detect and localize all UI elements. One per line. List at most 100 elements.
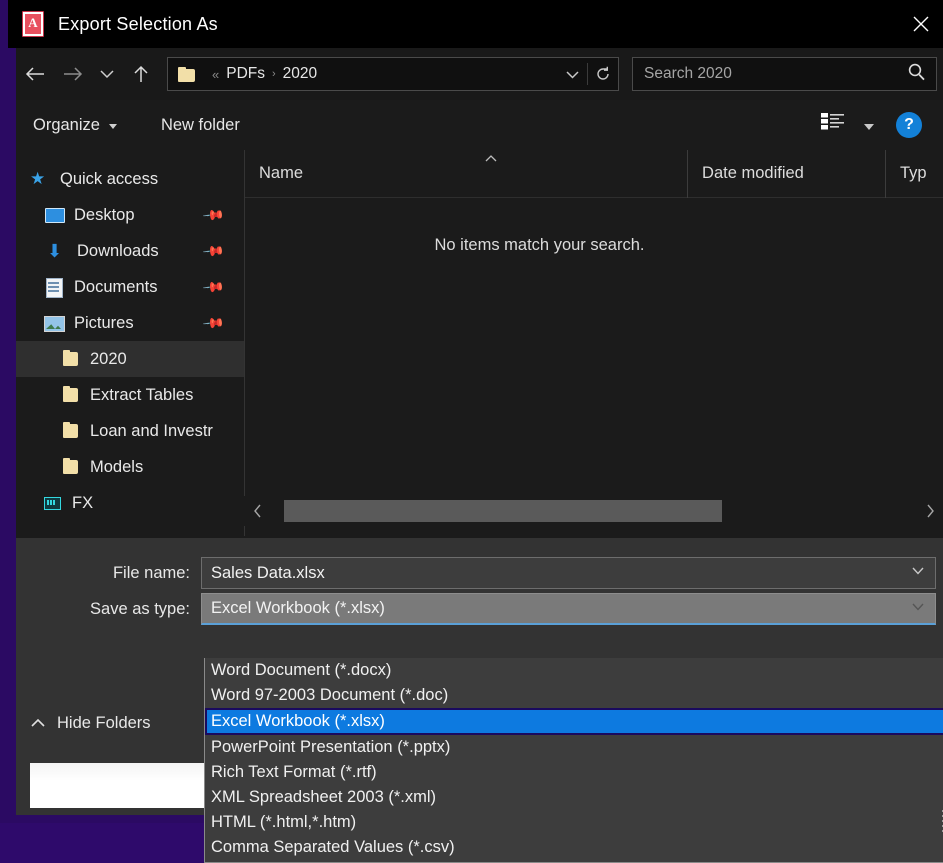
scroll-right-arrow[interactable]	[916, 496, 943, 526]
help-label: ?	[904, 116, 914, 134]
file-name-row: File name:	[16, 557, 943, 589]
command-bar: Organize New folder	[16, 100, 943, 150]
folder-icon	[60, 458, 80, 476]
sidebar-item-label: Models	[90, 458, 143, 477]
file-name-input[interactable]	[211, 564, 871, 583]
search-input[interactable]	[644, 65, 894, 83]
file-name-combobox[interactable]	[201, 557, 936, 589]
fx-icon	[42, 494, 62, 512]
title-bar: Export Selection As	[8, 0, 943, 48]
dropdown-option-doc[interactable]: Word 97-2003 Document (*.doc)	[205, 683, 943, 708]
sidebar-item-label: Quick access	[60, 170, 158, 189]
pdf-document-icon	[22, 11, 44, 37]
breadcrumb-overflow[interactable]: «	[212, 67, 219, 82]
column-header-date-modified[interactable]: Date modified	[688, 150, 886, 198]
column-label: Date modified	[702, 164, 804, 183]
sidebar-item-label: FX	[72, 494, 93, 513]
dropdown-option-pptx[interactable]: PowerPoint Presentation (*.pptx)	[205, 735, 943, 760]
dialog-body: « PDFs › 2020	[16, 48, 943, 815]
sidebar-item-fx[interactable]: FX	[16, 485, 244, 521]
breadcrumb-separator: ›	[272, 68, 276, 80]
forward-button[interactable]	[54, 48, 92, 100]
scrollbar-track[interactable]	[272, 499, 916, 523]
address-bar-controls	[557, 58, 618, 90]
dropdown-option-rtf[interactable]: Rich Text Format (*.rtf)	[205, 760, 943, 785]
organize-label: Organize	[33, 116, 100, 135]
sidebar-item-label: Desktop	[74, 206, 135, 225]
folder-icon	[60, 350, 80, 368]
close-button[interactable]	[891, 0, 943, 48]
sidebar-item-label: Pictures	[74, 314, 134, 333]
sidebar-item-documents[interactable]: Documents 📌	[16, 269, 244, 305]
desktop-icon	[44, 206, 64, 224]
column-header-name[interactable]: Name	[245, 150, 688, 198]
pictures-icon	[44, 314, 64, 332]
address-bar[interactable]: « PDFs › 2020	[167, 57, 619, 91]
sidebar-item-2020[interactable]: 2020	[16, 341, 244, 377]
save-as-type-combobox[interactable]	[201, 593, 936, 625]
browser-panes: ★ Quick access Desktop 📌 ⬇ Downloads 📌 D…	[16, 150, 943, 536]
dialog-button-area[interactable]	[30, 763, 207, 808]
sidebar-item-models[interactable]: Models	[16, 449, 244, 485]
scroll-left-arrow[interactable]	[244, 496, 272, 526]
help-button[interactable]: ?	[896, 112, 922, 138]
pin-icon[interactable]: 📌	[201, 203, 225, 227]
up-button[interactable]	[122, 48, 160, 100]
save-as-type-value[interactable]	[211, 599, 871, 618]
column-label: Typ	[900, 164, 927, 183]
recent-locations-button[interactable]	[92, 48, 122, 100]
sidebar-item-label: 2020	[90, 350, 127, 369]
search-icon[interactable]	[907, 62, 927, 87]
chevron-down-icon[interactable]	[911, 564, 925, 579]
dropdown-option-xlsx[interactable]: Excel Workbook (*.xlsx)	[205, 708, 943, 735]
back-button[interactable]	[16, 48, 54, 100]
file-list-horizontal-scrollbar[interactable]	[244, 496, 943, 526]
hide-folders-label: Hide Folders	[57, 714, 151, 733]
navigation-bar: « PDFs › 2020	[16, 48, 943, 100]
file-list-pane[interactable]: Name Date modified Typ No items match yo…	[244, 150, 943, 536]
pin-icon[interactable]: 📌	[201, 275, 225, 299]
sidebar-item-desktop[interactable]: Desktop 📌	[16, 197, 244, 233]
chevron-down-icon[interactable]	[557, 58, 587, 90]
sidebar-item-downloads[interactable]: ⬇ Downloads 📌	[16, 233, 244, 269]
organize-button[interactable]: Organize	[33, 100, 117, 150]
download-icon: ⬇	[47, 242, 67, 260]
new-folder-label: New folder	[161, 116, 240, 135]
window-title: Export Selection As	[58, 14, 218, 35]
breadcrumb-item-2020[interactable]: 2020	[283, 65, 317, 83]
sidebar-item-quick-access[interactable]: ★ Quick access	[16, 161, 244, 197]
empty-state-message: No items match your search.	[245, 236, 943, 255]
folder-icon	[178, 67, 195, 82]
column-header-type[interactable]: Typ	[886, 150, 943, 198]
search-box[interactable]	[632, 57, 937, 91]
navigation-pane[interactable]: ★ Quick access Desktop 📌 ⬇ Downloads 📌 D…	[16, 150, 244, 536]
refresh-icon[interactable]	[588, 58, 618, 90]
save-as-type-dropdown-list[interactable]: Word Document (*.docx) Word 97-2003 Docu…	[204, 658, 943, 863]
pin-icon[interactable]: 📌	[201, 239, 225, 263]
file-name-label: File name:	[16, 564, 201, 583]
new-folder-button[interactable]: New folder	[161, 100, 240, 150]
sidebar-item-label: Documents	[74, 278, 157, 297]
sidebar-item-label: Extract Tables	[90, 386, 193, 405]
hide-folders-button[interactable]: Hide Folders	[30, 714, 151, 733]
scrollbar-thumb[interactable]	[284, 500, 722, 522]
sidebar-item-label: Downloads	[77, 242, 159, 261]
sidebar-item-loan-and-investment[interactable]: Loan and Investr	[16, 413, 244, 449]
save-as-type-label: Save as type:	[16, 600, 201, 619]
breadcrumb-item-pdfs[interactable]: PDFs	[226, 65, 265, 83]
sort-ascending-icon	[483, 152, 499, 166]
pin-icon[interactable]: 📌	[201, 311, 225, 335]
chevron-up-icon	[30, 716, 46, 731]
sidebar-item-pictures[interactable]: Pictures 📌	[16, 305, 244, 341]
sidebar-item-extract-tables[interactable]: Extract Tables	[16, 377, 244, 413]
chevron-down-icon[interactable]	[911, 600, 925, 615]
list-view-icon[interactable]	[820, 111, 846, 140]
dropdown-option-docx[interactable]: Word Document (*.docx)	[205, 658, 943, 683]
view-options-caret[interactable]	[864, 124, 874, 130]
dropdown-option-xml[interactable]: XML Spreadsheet 2003 (*.xml)	[205, 785, 943, 810]
chevron-down-icon	[109, 124, 117, 129]
column-headers: Name Date modified Typ	[245, 150, 943, 198]
folder-icon	[60, 422, 80, 440]
save-as-type-row: Save as type:	[16, 593, 943, 625]
dropdown-option-csv[interactable]: Comma Separated Values (*.csv)	[205, 835, 943, 860]
